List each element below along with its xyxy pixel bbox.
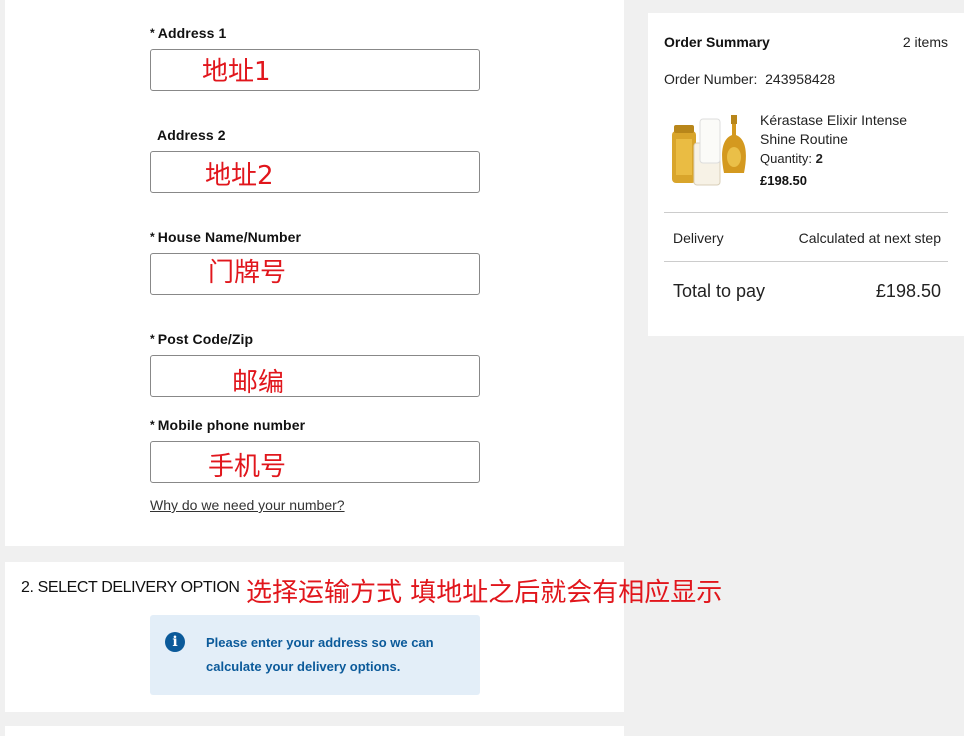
postcode-annotation: 邮编 bbox=[232, 368, 285, 398]
product-price: £198.50 bbox=[760, 173, 807, 188]
delivery-info-text: Please enter your address so we can calc… bbox=[206, 635, 434, 674]
next-section-panel bbox=[5, 726, 624, 736]
item-count: 2 items bbox=[902, 34, 948, 50]
house-number-annotation: 门牌号 bbox=[208, 258, 287, 288]
delivery-info-box: i Please enter your address so we can ca… bbox=[150, 615, 480, 695]
delivery-annotation: 选择运输方式 填地址之后就会有相应显示 bbox=[246, 578, 723, 608]
total-value: £198.50 bbox=[875, 281, 941, 301]
house-number-input[interactable] bbox=[150, 253, 480, 295]
order-number: Order Number: 243958428 bbox=[664, 71, 836, 87]
order-summary-panel: Order Summary 2 items Order Number: 2439… bbox=[648, 13, 964, 336]
address1-input[interactable] bbox=[150, 49, 480, 91]
divider bbox=[664, 261, 948, 262]
required-marker: * bbox=[150, 26, 155, 40]
address1-label: * Address 1 bbox=[150, 25, 227, 41]
mobile-label: * Mobile phone number bbox=[150, 417, 306, 433]
why-number-link[interactable]: Why do we need your number? bbox=[150, 497, 345, 513]
product-quantity: Quantity: 2 bbox=[760, 151, 823, 166]
mobile-annotation: 手机号 bbox=[208, 452, 287, 482]
address2-label: Address 2 bbox=[157, 127, 226, 143]
delivery-label: Delivery bbox=[673, 230, 724, 246]
address2-input[interactable] bbox=[150, 151, 480, 193]
house-number-label: * House Name/Number bbox=[150, 229, 302, 245]
total-label: Total to pay bbox=[673, 281, 766, 301]
required-marker: * bbox=[150, 418, 155, 432]
mobile-input[interactable] bbox=[150, 441, 480, 483]
product-image bbox=[672, 115, 746, 186]
address1-annotation: 地址1 bbox=[202, 57, 271, 87]
required-marker: * bbox=[150, 332, 155, 346]
address2-annotation: 地址2 bbox=[205, 161, 274, 191]
address-form-panel: * Address 1 Address 2 * House Name/Number … bbox=[5, 0, 624, 546]
delivery-value: Calculated at next step bbox=[798, 230, 941, 246]
postcode-input[interactable] bbox=[150, 355, 480, 397]
order-summary-title: Order Summary bbox=[664, 34, 770, 50]
delivery-section-title: 2. Select Delivery Option bbox=[21, 579, 240, 596]
required-marker: * bbox=[150, 230, 155, 244]
postcode-label: * Post Code/Zip bbox=[150, 331, 254, 347]
product-name[interactable]: Kérastase Elixir Intense Shine Routine bbox=[760, 111, 930, 149]
divider bbox=[664, 212, 948, 213]
info-icon: i bbox=[165, 632, 185, 652]
